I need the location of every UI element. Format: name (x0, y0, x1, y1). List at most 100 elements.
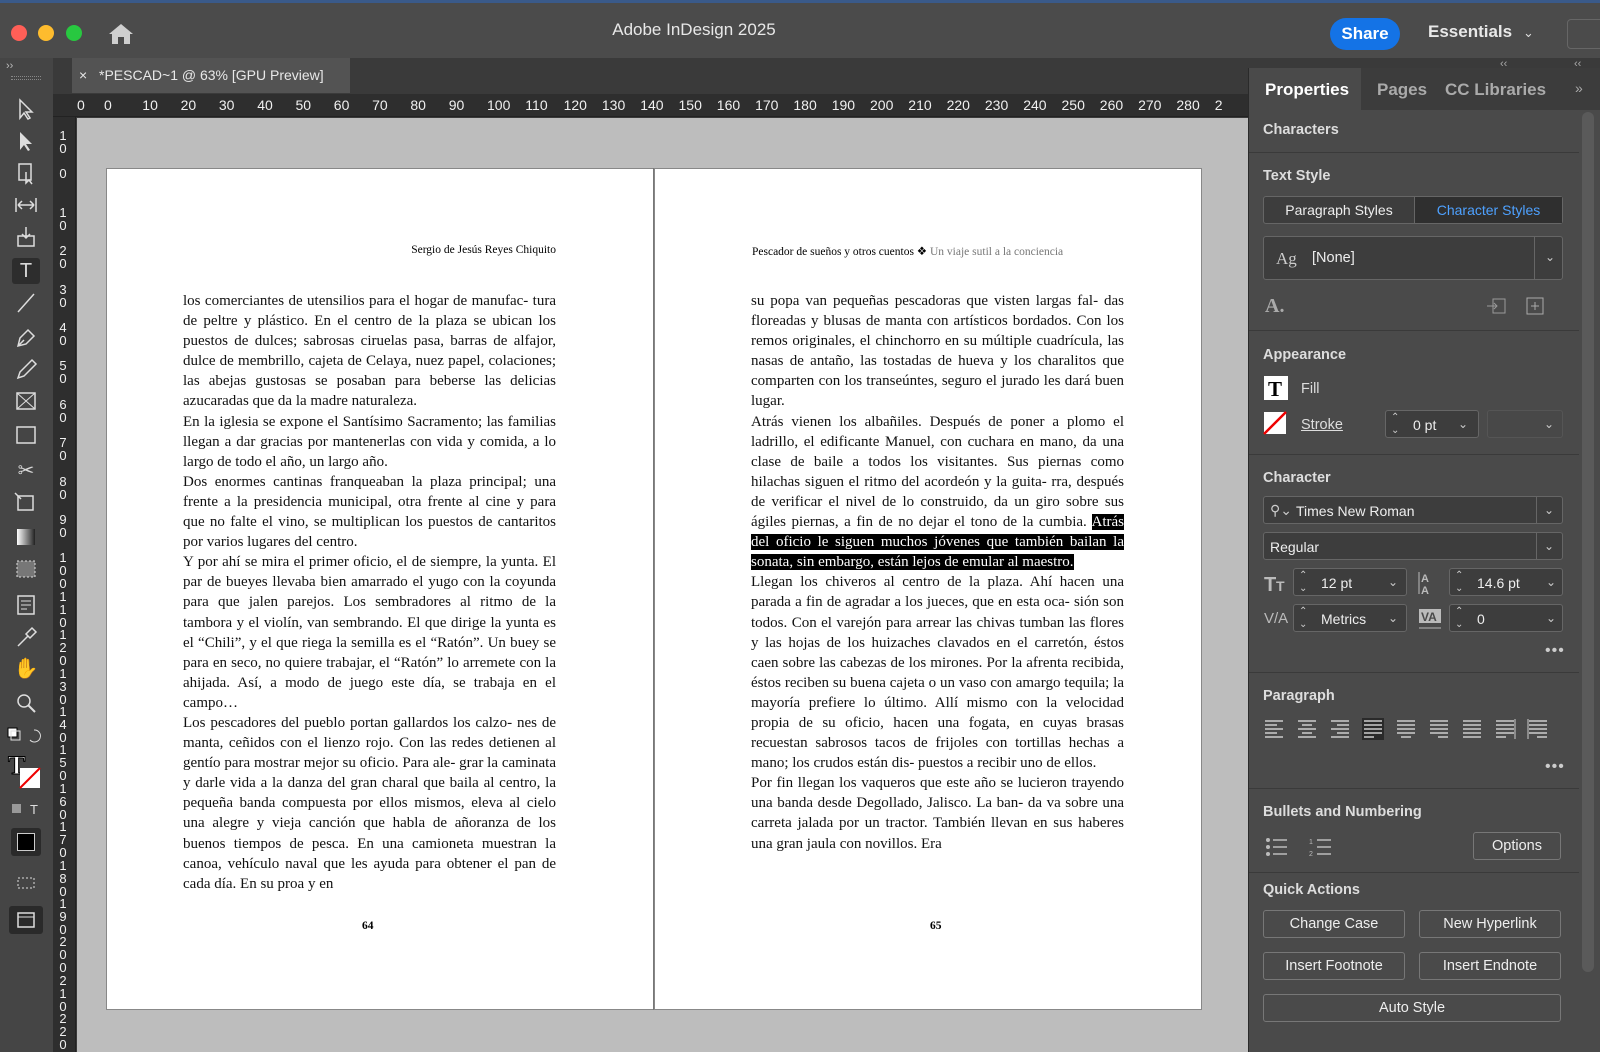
text-fill-icon[interactable]: T (1263, 375, 1289, 401)
close-tab-icon[interactable]: × (79, 58, 87, 93)
character-styles-tab[interactable]: Character Styles (1414, 197, 1562, 223)
spread-fold (653, 168, 654, 1010)
stroke-label[interactable]: Stroke (1301, 417, 1343, 433)
stroke-none-icon[interactable] (1263, 411, 1287, 435)
search-box[interactable] (1567, 19, 1600, 49)
more-options-icon[interactable]: ••• (1545, 758, 1565, 776)
page-tool-icon[interactable] (12, 160, 40, 186)
collapse-icon[interactable]: ›› (6, 60, 13, 72)
stepper-icon[interactable]: ⌃ ⌄ (1391, 411, 1399, 437)
paragraph-styles-tab[interactable]: Paragraph Styles (1264, 197, 1414, 223)
tab-pages[interactable]: Pages (1377, 80, 1427, 100)
zoom-tool-icon[interactable] (12, 690, 40, 716)
more-options-icon[interactable]: ••• (1545, 642, 1565, 660)
justify-center-icon[interactable] (1395, 718, 1417, 740)
font-size-value: 12 pt (1321, 575, 1353, 591)
align-right-icon[interactable] (1329, 718, 1351, 740)
gradient-feather-icon[interactable] (12, 556, 40, 582)
workspace-switcher[interactable]: Essentials (1428, 22, 1512, 42)
hand-tool-icon[interactable]: ✋ (12, 656, 40, 682)
fill-stroke-swatch-icon[interactable]: T (6, 752, 46, 792)
horizontal-ruler[interactable]: 0 0 10 20 30 40 50 60 70 80 90 100 110 120 130 140 150 16… (53, 94, 1248, 117)
right-text-frame[interactable]: su popa van pequeñas pescadoras que vist… (751, 291, 1124, 854)
stepper-icon[interactable]: ⌃ ⌄ (1455, 569, 1463, 595)
clear-overrides-icon[interactable]: A. (1263, 294, 1289, 316)
eyedropper-icon[interactable] (12, 624, 40, 650)
left-text-frame[interactable]: los comerciantes de utensilios para el h… (183, 291, 556, 894)
stepper-icon[interactable]: ⌃ ⌄ (1299, 569, 1307, 595)
panel-scrollbar[interactable] (1582, 112, 1594, 972)
direct-selection-icon[interactable] (12, 128, 40, 154)
font-size-field[interactable]: ⌃ ⌄ 12 pt ⌄ (1293, 568, 1407, 596)
stroke-weight-field[interactable]: ⌃ ⌄ 0 pt ⌄ (1385, 410, 1479, 438)
ruler-tick-label: 0 (104, 97, 112, 113)
justify-right-icon[interactable] (1428, 718, 1450, 740)
numbered-list-icon[interactable]: 12 (1309, 836, 1333, 858)
line-tool-icon[interactable] (12, 290, 40, 316)
share-button[interactable]: Share (1330, 18, 1400, 50)
tracking-value: 0 (1477, 611, 1485, 627)
screen-mode-icon (17, 912, 35, 928)
leading-field[interactable]: ⌃ ⌄ 14.6 pt ⌄ (1449, 568, 1563, 596)
chevron-down-icon[interactable]: ⌄ (1523, 25, 1534, 41)
pen-tool-icon[interactable] (12, 324, 40, 350)
stepper-icon[interactable]: ⌃ ⌄ (1299, 605, 1307, 631)
ruler-tick-label: 220 (946, 97, 970, 113)
tab-cc-libraries[interactable]: CC Libraries (1445, 80, 1546, 100)
ag-label: Ag (1276, 249, 1297, 268)
stroke-type-select[interactable]: ⌄ (1487, 410, 1563, 438)
font-style-select[interactable]: Regular ⌄ (1263, 532, 1563, 560)
tab-properties[interactable]: Properties (1265, 80, 1349, 100)
align-center-icon[interactable] (1296, 718, 1318, 740)
chevron-down-icon: ⌄ (1544, 539, 1555, 553)
new-style-icon[interactable] (1525, 296, 1545, 316)
justify-all-icon[interactable] (1461, 718, 1483, 740)
view-mode-icon[interactable] (12, 870, 40, 896)
type-tool-icon[interactable]: T (12, 258, 40, 284)
screen-mode-button[interactable] (9, 906, 43, 934)
ruler-tick-label: 200 (870, 97, 894, 113)
default-fill-stroke-icon[interactable] (6, 726, 46, 748)
insert-footnote-button[interactable]: Insert Footnote (1263, 952, 1405, 980)
character-style-select[interactable]: Ag [None] ⌄ (1263, 236, 1563, 280)
scissors-icon[interactable]: ✂ (12, 458, 40, 484)
kerning-icon: V/A (1264, 610, 1288, 627)
ruler-tick-label: 1 4 0 (59, 704, 67, 745)
formatting-affects-icon[interactable]: T (10, 800, 46, 818)
gradient-swatch-icon[interactable] (12, 524, 40, 550)
ruler-tick-label: 2 1 0 (59, 972, 67, 1014)
left-folio: 64 (362, 920, 374, 932)
kerning-field[interactable]: ⌃ ⌄ Metrics ⌄ (1293, 604, 1407, 632)
rectangle-frame-icon[interactable] (12, 388, 40, 414)
document-tab-title: *PESCAD~1 @ 63% [GPU Preview] (99, 67, 324, 83)
selection-tool-icon[interactable] (12, 96, 40, 122)
change-case-button[interactable]: Change Case (1263, 910, 1405, 938)
vertical-ruler[interactable]: 1 0 0 1 0 2 0 3 0 4 0 5 0 6 0 7 0 8 0 9 0 1 0 01 1 … (53, 117, 76, 1052)
divider (1536, 533, 1537, 559)
document-tab[interactable]: × *PESCAD~1 @ 63% [GPU Preview] (72, 58, 350, 93)
align-towards-spine-icon[interactable] (1494, 718, 1516, 740)
align-away-from-spine-icon[interactable] (1527, 718, 1549, 740)
justify-left-icon[interactable] (1362, 718, 1384, 740)
align-left-icon[interactable] (1263, 718, 1285, 740)
bullets-options-button[interactable]: Options (1473, 832, 1561, 860)
bulleted-list-icon[interactable] (1265, 836, 1289, 858)
free-transform-icon[interactable] (12, 490, 40, 516)
panel-menu-icon[interactable]: » (1575, 80, 1583, 96)
load-styles-icon[interactable] (1485, 296, 1507, 316)
grip-icon[interactable] (11, 76, 41, 80)
gap-tool-icon[interactable] (12, 192, 40, 218)
rectangle-tool-icon[interactable] (12, 422, 40, 448)
stepper-icon[interactable]: ⌃ ⌄ (1455, 605, 1463, 631)
tracking-field[interactable]: ⌃ ⌄ 0 ⌄ (1449, 604, 1563, 632)
auto-style-button[interactable]: Auto Style (1263, 994, 1561, 1022)
content-collector-icon[interactable] (12, 224, 40, 250)
pencil-tool-icon[interactable] (12, 356, 40, 382)
font-family-select[interactable]: ⚲⌄ Times New Roman ⌄ (1263, 496, 1563, 524)
color-swatch[interactable] (11, 828, 41, 856)
ruler-tick-label: 30 (218, 97, 235, 113)
insert-endnote-button[interactable]: Insert Endnote (1419, 952, 1561, 980)
svg-text:1: 1 (1309, 839, 1313, 846)
new-hyperlink-button[interactable]: New Hyperlink (1419, 910, 1561, 938)
note-tool-icon[interactable] (12, 592, 40, 618)
